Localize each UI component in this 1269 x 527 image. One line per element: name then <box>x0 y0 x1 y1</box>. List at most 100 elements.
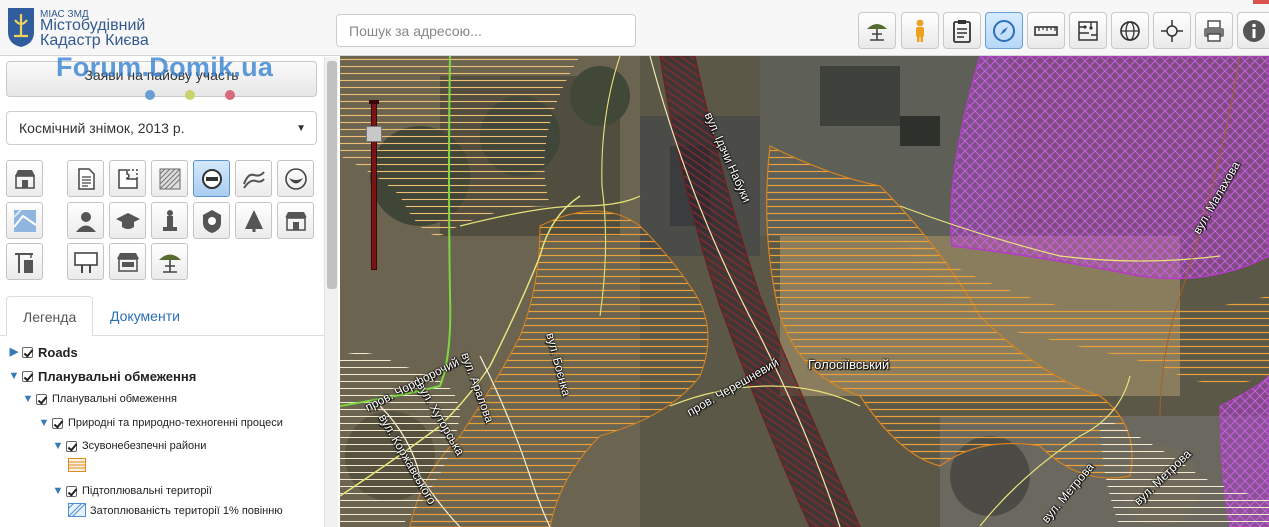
chevron-down-icon[interactable]: ▼ <box>22 393 34 405</box>
legend-item-label: Зсувонебезпечні райони <box>82 440 207 452</box>
basemap-layer-select[interactable]: Космічний знімок, 2013 р. ▼ <box>6 111 317 145</box>
flood-legend-swatch <box>68 503 86 517</box>
umbrella-table-button[interactable] <box>858 12 896 49</box>
legend-item-roads[interactable]: ▶ Roads <box>8 343 78 361</box>
document-icon <box>77 167 95 190</box>
print-button[interactable] <box>1195 12 1233 49</box>
legend-item-landslide-areas[interactable]: ▼ Зсувонебезпечні райони <box>52 437 207 455</box>
ruler-icon <box>1034 25 1058 36</box>
address-search-input[interactable] <box>336 14 636 47</box>
landslide-legend-swatch <box>68 458 86 472</box>
category-summer-terraces-button[interactable] <box>151 243 188 280</box>
umbrella-table-icon <box>158 254 181 273</box>
police-badge-icon <box>202 209 221 233</box>
map-icon <box>12 208 37 232</box>
layer-checkbox[interactable] <box>22 346 33 358</box>
category-social-button[interactable] <box>67 202 104 239</box>
forum-watermark: Forum.Domik.ua <box>56 52 274 82</box>
geolocation-button[interactable] <box>1111 12 1149 49</box>
map-view[interactable]: пров. Чорфорочий вул. Хуторська вул. Ара… <box>340 56 1269 527</box>
tree-icon <box>244 209 263 232</box>
umbrella-table-icon <box>867 23 887 41</box>
drop-icon <box>284 167 307 190</box>
chevron-right-icon[interactable]: ▶ <box>8 346 20 358</box>
clipboard-icon <box>953 19 971 43</box>
measure-distance-button[interactable] <box>1027 12 1065 49</box>
status-dot-blue <box>145 90 155 100</box>
status-dot-yellow <box>185 90 195 100</box>
hatched-map-icon <box>159 168 180 189</box>
category-parcels-button[interactable] <box>109 160 146 197</box>
crosshair-icon <box>1161 19 1183 42</box>
globe-pin-icon <box>1120 20 1140 41</box>
category-education-button[interactable] <box>109 202 146 239</box>
category-kiosks-button[interactable] <box>109 243 146 280</box>
app-header: МІАС ЗМД Містобудівний Кадастр Києва <box>0 0 1269 56</box>
chevron-down-icon[interactable]: ▼ <box>38 417 50 429</box>
legend-item-label: Roads <box>38 344 78 360</box>
category-greenery-button[interactable] <box>235 202 272 239</box>
category-construction-button[interactable] <box>6 243 43 280</box>
category-commerce-button[interactable] <box>6 160 43 197</box>
tab-legend[interactable]: Легенда <box>6 296 93 337</box>
window-corner-accent <box>1253 0 1269 4</box>
layer-checkbox[interactable] <box>22 370 33 382</box>
category-restrictions-button[interactable] <box>193 160 230 197</box>
legend-item-planning-restrictions[interactable]: ▼ Планувальні обмеження <box>8 367 197 385</box>
legend-item-label: Планувальні обмеження <box>52 393 177 405</box>
store-icon <box>284 211 307 231</box>
printer-icon <box>1204 19 1224 42</box>
app-title-line2: Кадастр Києва <box>40 32 149 49</box>
category-retail-button[interactable] <box>277 202 314 239</box>
kiosk-icon <box>116 252 139 272</box>
chevron-down-icon[interactable]: ▼ <box>52 440 64 452</box>
legend-item-label: Планувальні обмеження <box>38 368 197 384</box>
category-hydrology-button[interactable] <box>235 160 272 197</box>
graduation-cap-icon <box>115 212 140 229</box>
category-monuments-button[interactable] <box>151 202 188 239</box>
shop-icon <box>14 169 35 189</box>
category-cartography-button[interactable] <box>6 202 43 239</box>
person-icon <box>75 211 96 232</box>
legend-item-flood-1pct: Затоплюваність території 1% повінню <box>90 502 283 520</box>
category-documents-button[interactable] <box>67 160 104 197</box>
monument-icon <box>162 209 177 231</box>
sidebar-scrollbar[interactable] <box>324 57 338 527</box>
info-button[interactable] <box>1237 12 1269 49</box>
legend-item-natural-processes[interactable]: ▼ Природні та природно-техногенні процес… <box>38 414 283 432</box>
layer-checkbox[interactable] <box>36 393 47 405</box>
tab-documents[interactable]: Документи <box>110 308 180 324</box>
no-entry-icon <box>201 168 222 189</box>
measure-area-icon <box>1078 20 1098 41</box>
legend-item-flooded-areas[interactable]: ▼ Підтоплювальні території <box>52 482 212 500</box>
street-view-button[interactable] <box>901 12 939 49</box>
legend-item-planning-restrictions-sub[interactable]: ▼ Планувальні обмеження <box>22 390 177 408</box>
waves-icon <box>242 170 265 189</box>
crane-building-icon <box>14 252 33 273</box>
chevron-down-icon: ▼ <box>296 123 306 134</box>
legend-item-label: Природні та природно-техногенні процеси <box>68 417 283 429</box>
satellite-imagery[interactable] <box>340 56 1269 527</box>
billboard-icon <box>73 251 98 273</box>
navigation-button[interactable] <box>985 12 1023 49</box>
layer-checkbox[interactable] <box>66 485 77 497</box>
category-zoning-button[interactable] <box>151 160 188 197</box>
chevron-down-icon[interactable]: ▼ <box>52 485 64 497</box>
kyiv-coat-of-arms-logo[interactable] <box>6 6 36 48</box>
measure-area-button[interactable] <box>1069 12 1107 49</box>
status-dot-red <box>225 90 235 100</box>
zoom-slider-cap <box>369 100 379 104</box>
sidebar-tabs: Легенда Документи <box>0 296 324 337</box>
person-icon <box>916 19 924 42</box>
chevron-down-icon[interactable]: ▼ <box>8 370 20 382</box>
category-security-button[interactable] <box>193 202 230 239</box>
category-advertising-button[interactable] <box>67 243 104 280</box>
center-map-button[interactable] <box>1153 12 1191 49</box>
sidebar-scroll-thumb[interactable] <box>327 61 337 289</box>
report-button[interactable] <box>943 12 981 49</box>
category-water-button[interactable] <box>277 160 314 197</box>
layer-checkbox[interactable] <box>52 417 63 429</box>
layer-checkbox[interactable] <box>66 440 77 452</box>
basemap-layer-value: Космічний знімок, 2013 р. <box>19 120 185 136</box>
zoom-slider-handle[interactable] <box>366 126 382 142</box>
